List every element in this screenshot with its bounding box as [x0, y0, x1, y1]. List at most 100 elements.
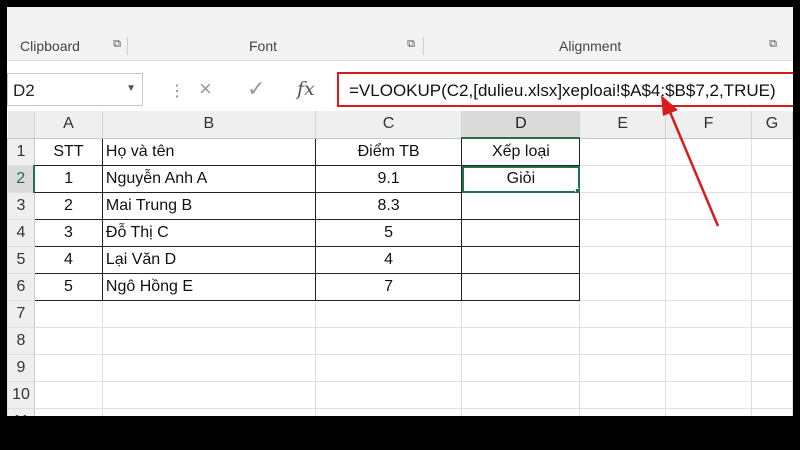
cell-a4[interactable]: 3	[33, 219, 103, 247]
cell-b10[interactable]	[101, 381, 316, 409]
cell-a5[interactable]: 4	[33, 246, 103, 274]
row-header-8[interactable]: 8	[7, 327, 35, 355]
column-header-a[interactable]: A	[34, 111, 103, 139]
row-header-1[interactable]: 1	[7, 137, 35, 166]
row-header-10[interactable]: 10	[7, 381, 35, 409]
cell-e4[interactable]	[579, 219, 667, 247]
cell-a10[interactable]	[33, 381, 103, 409]
enter-check-icon[interactable]: ✓	[247, 75, 265, 103]
cell-e1[interactable]	[579, 137, 667, 166]
cell-f10[interactable]	[665, 381, 752, 409]
more-options-icon[interactable]: ⋮	[169, 81, 185, 101]
cell-g2[interactable]	[750, 165, 793, 193]
cell-d5[interactable]	[461, 246, 581, 274]
cell-e9[interactable]	[579, 354, 667, 382]
cell-c10[interactable]	[314, 381, 463, 409]
row-header-9[interactable]: 9	[7, 354, 35, 382]
cell-g10[interactable]	[750, 381, 793, 409]
cell-c7[interactable]	[314, 300, 463, 328]
cell-a3[interactable]: 2	[33, 192, 103, 220]
cell-d9[interactable]	[461, 354, 581, 382]
cell-e6[interactable]	[579, 273, 667, 301]
row-header-11[interactable]: 11	[7, 408, 35, 416]
row-header-3[interactable]: 3	[7, 192, 35, 220]
cell-e3[interactable]	[579, 192, 667, 220]
cell-f1[interactable]	[665, 137, 752, 166]
cell-c6[interactable]: 7	[314, 273, 463, 301]
cell-e5[interactable]	[579, 246, 667, 274]
column-header-c[interactable]: C	[315, 111, 463, 139]
name-box[interactable]: D2 ▼	[7, 73, 143, 106]
chevron-down-icon[interactable]: ▼	[126, 83, 136, 94]
cell-g1[interactable]	[750, 137, 793, 166]
row-header-4[interactable]: 4	[7, 219, 35, 247]
cell-g7[interactable]	[750, 300, 793, 328]
formula-input[interactable]: =VLOOKUP(C2,[dulieu.xlsx]xeploai!$A$4:$B…	[337, 72, 793, 107]
cell-e7[interactable]	[579, 300, 667, 328]
cell-d3[interactable]	[461, 192, 581, 220]
fill-handle[interactable]	[575, 188, 579, 192]
cell-f6[interactable]	[665, 273, 752, 301]
cell-d8[interactable]	[461, 327, 581, 355]
cell-c2[interactable]: 9.1	[314, 165, 463, 193]
cell-f5[interactable]	[665, 246, 752, 274]
cell-b9[interactable]	[101, 354, 316, 382]
cell-c3[interactable]: 8.3	[314, 192, 463, 220]
cell-b2[interactable]: Nguyễn Anh A	[101, 165, 316, 193]
cell-g8[interactable]	[750, 327, 793, 355]
cell-f7[interactable]	[665, 300, 752, 328]
cell-a8[interactable]	[33, 327, 103, 355]
column-header-f[interactable]: F	[665, 111, 752, 139]
cell-a9[interactable]	[33, 354, 103, 382]
cell-f8[interactable]	[665, 327, 752, 355]
cell-b5[interactable]: Lại Văn D	[101, 246, 316, 274]
cell-f2[interactable]	[665, 165, 752, 193]
column-header-g[interactable]: G	[751, 111, 793, 139]
cell-c8[interactable]	[314, 327, 463, 355]
clipboard-launcher-icon[interactable]: ⧉	[111, 38, 123, 50]
cell-b1[interactable]: Họ và tên	[101, 137, 316, 166]
insert-function-icon[interactable]: fx	[297, 75, 315, 103]
cell-f4[interactable]	[665, 219, 752, 247]
select-all-corner[interactable]	[7, 111, 35, 139]
cell-e8[interactable]	[579, 327, 667, 355]
cell-b11[interactable]	[101, 408, 316, 416]
cell-c1[interactable]: Điểm TB	[314, 137, 463, 166]
column-header-d[interactable]: D	[461, 111, 581, 139]
cell-d10[interactable]	[461, 381, 581, 409]
cancel-icon[interactable]: ×	[199, 75, 212, 103]
cell-a2[interactable]: 1	[33, 165, 103, 193]
cell-c11[interactable]	[314, 408, 463, 416]
cell-d1[interactable]: Xếp loại	[461, 137, 581, 166]
cell-g4[interactable]	[750, 219, 793, 247]
cell-f3[interactable]	[665, 192, 752, 220]
cell-c9[interactable]	[314, 354, 463, 382]
cell-c5[interactable]: 4	[314, 246, 463, 274]
cell-a7[interactable]	[33, 300, 103, 328]
row-header-2[interactable]: 2	[7, 165, 36, 193]
cell-d11[interactable]	[461, 408, 581, 416]
font-launcher-icon[interactable]: ⧉	[405, 38, 417, 50]
row-header-7[interactable]: 7	[7, 300, 35, 328]
cell-d7[interactable]	[461, 300, 581, 328]
cell-g5[interactable]	[750, 246, 793, 274]
cell-f9[interactable]	[665, 354, 752, 382]
cell-b8[interactable]	[101, 327, 316, 355]
cell-g9[interactable]	[750, 354, 793, 382]
cell-g3[interactable]	[750, 192, 793, 220]
cell-f11[interactable]	[665, 408, 752, 416]
cell-d6[interactable]	[461, 273, 581, 301]
cell-c4[interactable]: 5	[314, 219, 463, 247]
cell-b3[interactable]: Mai Trung B	[101, 192, 316, 220]
cell-b4[interactable]: Đỗ Thị C	[101, 219, 316, 247]
cell-e2[interactable]	[579, 165, 667, 193]
cell-a11[interactable]	[33, 408, 103, 416]
column-header-e[interactable]: E	[579, 111, 667, 139]
cell-b7[interactable]	[101, 300, 316, 328]
row-header-6[interactable]: 6	[7, 273, 35, 301]
cell-a6[interactable]: 5	[33, 273, 103, 301]
cell-a1[interactable]: STT	[33, 137, 103, 166]
cell-d4[interactable]	[461, 219, 581, 247]
column-header-b[interactable]: B	[102, 111, 316, 139]
cell-e11[interactable]	[579, 408, 667, 416]
